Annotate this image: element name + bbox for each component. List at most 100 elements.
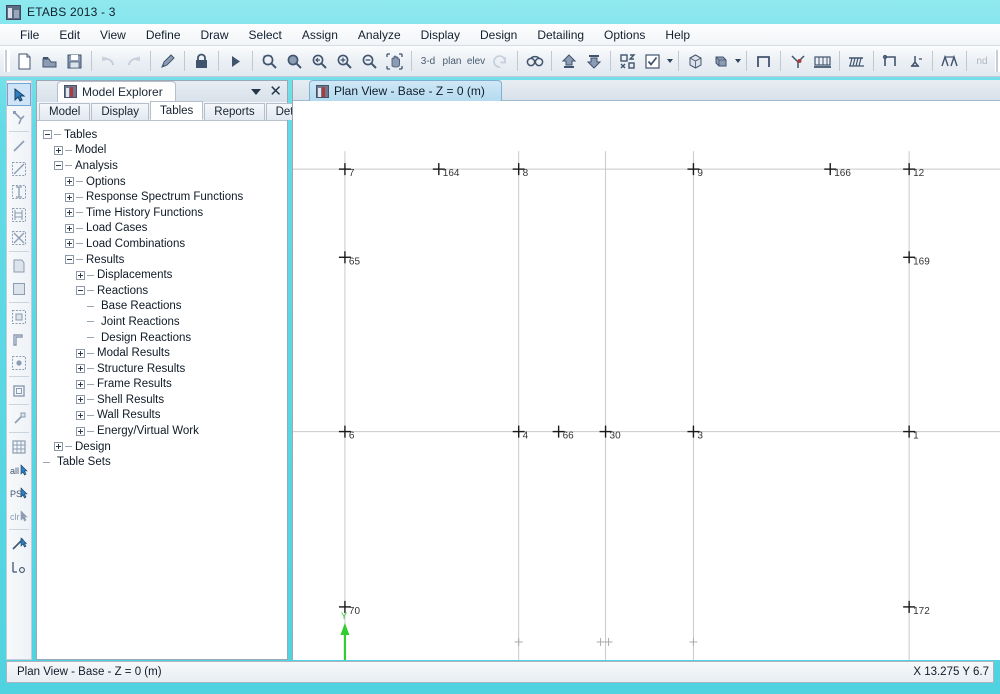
- rotate-3d-view-icon[interactable]: [488, 49, 513, 74]
- save-icon[interactable]: [62, 49, 87, 74]
- tree-expand-icon[interactable]: [76, 426, 85, 436]
- tree-item-structure-results[interactable]: Structure Results: [43, 361, 287, 377]
- draw-frame-icon[interactable]: [751, 49, 776, 74]
- move-down-story-icon[interactable]: [581, 49, 606, 74]
- tree-item-modal-results[interactable]: Modal Results: [43, 345, 287, 361]
- tree-expand-icon[interactable]: [65, 192, 74, 202]
- joint-marker[interactable]: 3: [687, 425, 703, 442]
- tab-display[interactable]: Display: [91, 103, 150, 120]
- open-file-icon[interactable]: [37, 49, 62, 74]
- quick-draw-beam-icon[interactable]: [7, 157, 31, 180]
- model-explorer-tab[interactable]: Model Explorer: [57, 80, 176, 102]
- chevron-down-icon[interactable]: [251, 88, 262, 95]
- tree-item-shell-results[interactable]: Shell Results: [43, 392, 287, 408]
- menu-item-assign[interactable]: Assign: [292, 25, 348, 45]
- joint-marker[interactable]: 12: [903, 163, 925, 179]
- undo-icon[interactable]: [96, 49, 121, 74]
- draw-rectangular-area-icon[interactable]: [7, 277, 31, 300]
- joint-marker[interactable]: 1: [903, 425, 919, 442]
- show-undeformed-shape-icon[interactable]: [640, 49, 665, 74]
- toolbar-grip[interactable]: [4, 50, 10, 72]
- redo-icon[interactable]: [121, 49, 146, 74]
- object-extrude-icon[interactable]: [683, 49, 708, 74]
- tree-expand-icon[interactable]: [76, 410, 85, 420]
- close-icon[interactable]: ✕: [269, 84, 282, 99]
- quick-draw-brace-icon[interactable]: [7, 203, 31, 226]
- tab-model[interactable]: Model: [39, 103, 91, 120]
- menu-item-design[interactable]: Design: [470, 25, 527, 45]
- draw-opening-icon[interactable]: [7, 351, 31, 374]
- draw-dimension-line-icon[interactable]: [7, 379, 31, 402]
- run-analysis-icon[interactable]: [223, 49, 248, 74]
- joint-marker[interactable]: 172: [903, 600, 930, 617]
- rubber-band-zoom-icon[interactable]: [257, 49, 282, 74]
- tree-expand-icon[interactable]: [65, 239, 74, 249]
- joint-marker[interactable]: 166: [824, 163, 851, 179]
- text-tool-icon[interactable]: nd: [971, 49, 993, 74]
- lock-model-icon[interactable]: [189, 49, 214, 74]
- select-by-property-icon[interactable]: all: [7, 458, 31, 481]
- tree-expand-icon[interactable]: [65, 208, 74, 218]
- frame-releases-icon[interactable]: [878, 49, 903, 74]
- toolbar-grip-2[interactable]: [995, 50, 1000, 72]
- view-3d-icon[interactable]: 3-d: [416, 49, 440, 74]
- view-elevation-icon[interactable]: elev: [464, 49, 488, 74]
- select-all-icon[interactable]: [7, 435, 31, 458]
- perspective-toggle-icon[interactable]: [522, 49, 547, 74]
- tree-item-load-cases[interactable]: Load Cases: [43, 221, 287, 237]
- joint-marker[interactable]: 6: [338, 425, 355, 442]
- tree-expand-icon[interactable]: [76, 364, 85, 374]
- quick-draw-wall-icon[interactable]: [7, 305, 31, 328]
- tree-collapse-icon[interactable]: [43, 130, 52, 140]
- shell-assign-icon[interactable]: [810, 49, 835, 74]
- menu-item-analyze[interactable]: Analyze: [348, 25, 411, 45]
- tree-collapse-icon[interactable]: [76, 286, 85, 296]
- tree-expand-icon[interactable]: [76, 348, 85, 358]
- zoom-full-icon[interactable]: [282, 49, 307, 74]
- tab-plan-view[interactable]: Plan View - Base - Z = 0 (m): [309, 80, 502, 101]
- plan-view-canvas[interactable]: 7 164 8 9 166 12 65 169 6 4 66 30 3 1 70 172 Y: [293, 101, 1000, 660]
- tab-tables[interactable]: Tables: [150, 101, 204, 120]
- snap-intersection-icon[interactable]: [7, 555, 31, 578]
- tree-expand-icon[interactable]: [54, 442, 63, 452]
- menu-item-define[interactable]: Define: [136, 25, 191, 45]
- menu-item-edit[interactable]: Edit: [49, 25, 90, 45]
- zoom-in-icon[interactable]: [332, 49, 357, 74]
- menu-item-help[interactable]: Help: [655, 25, 700, 45]
- select-by-line-icon[interactable]: clr: [7, 504, 31, 527]
- tree-item-time-history-functions[interactable]: Time History Functions: [43, 205, 287, 221]
- tree-item-frame-results[interactable]: Frame Results: [43, 377, 287, 393]
- quick-draw-secondary-beam-icon[interactable]: [7, 226, 31, 249]
- draw-joint-icon[interactable]: [785, 49, 810, 74]
- tree-item-options[interactable]: Options: [43, 174, 287, 190]
- joint-marker[interactable]: 30: [599, 425, 622, 442]
- tree-expand-icon[interactable]: [76, 395, 85, 405]
- tree-item-energy-virtual-work[interactable]: Energy/Virtual Work: [43, 423, 287, 439]
- tab-reports[interactable]: Reports: [204, 103, 265, 120]
- tree-expand-icon[interactable]: [76, 270, 85, 280]
- extrude-view-icon[interactable]: [708, 49, 733, 74]
- menu-item-display[interactable]: Display: [411, 25, 470, 45]
- joint-marker[interactable]: 4: [512, 425, 529, 442]
- joint-marker[interactable]: 65: [338, 251, 361, 267]
- joint-marker[interactable]: 7: [338, 163, 355, 179]
- joint-marker[interactable]: 66: [552, 425, 575, 442]
- tree-collapse-icon[interactable]: [54, 161, 63, 171]
- tree-expand-icon[interactable]: [65, 177, 74, 187]
- tree-expand-icon[interactable]: [65, 223, 74, 233]
- snap-options-icon[interactable]: [7, 532, 31, 555]
- tree-item-joint-reactions[interactable]: Joint Reactions: [43, 314, 287, 330]
- tree-expand-icon[interactable]: [54, 145, 63, 155]
- tree-expand-icon[interactable]: [76, 379, 85, 389]
- zoom-out-icon[interactable]: [357, 49, 382, 74]
- menu-item-detailing[interactable]: Detailing: [527, 25, 594, 45]
- move-up-story-icon[interactable]: [556, 49, 581, 74]
- quick-draw-column-icon[interactable]: [7, 180, 31, 203]
- draw-line-icon[interactable]: [7, 134, 31, 157]
- draw-wall-stack-icon[interactable]: [7, 328, 31, 351]
- draw-developed-elevation-icon[interactable]: [7, 407, 31, 430]
- reshape-object-icon[interactable]: [7, 106, 31, 129]
- model-explorer-tree[interactable]: Tables Model Analysis Options Response Spect…: [37, 121, 287, 659]
- tree-item-displacements[interactable]: Displacements: [43, 267, 287, 283]
- menu-item-options[interactable]: Options: [594, 25, 655, 45]
